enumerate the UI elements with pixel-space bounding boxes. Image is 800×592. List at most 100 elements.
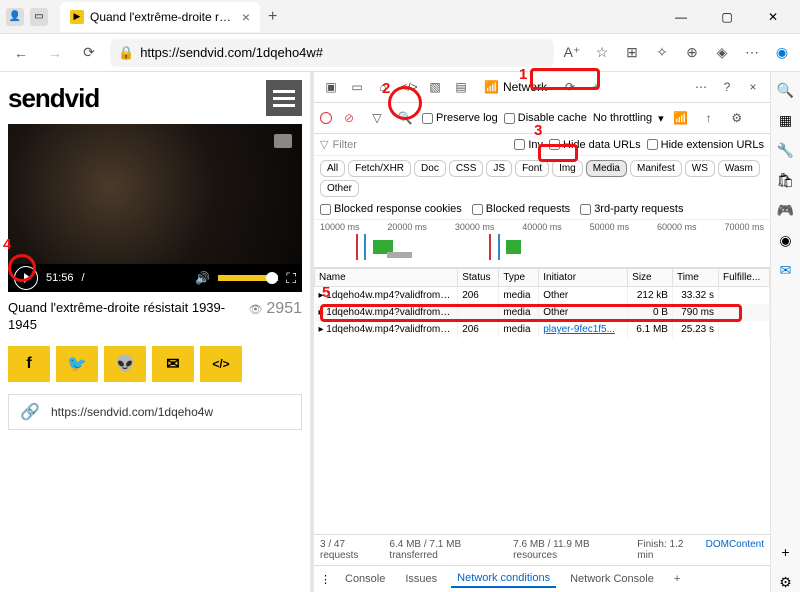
sources-icon[interactable]: ▧ <box>424 76 446 98</box>
third-party-checkbox[interactable]: 3rd-party requests <box>580 203 683 215</box>
col-type[interactable]: Type <box>499 269 539 287</box>
close-window-button[interactable]: ✕ <box>756 10 790 24</box>
clear-icon[interactable]: ⊘ <box>338 107 360 129</box>
refresh-button[interactable]: ⟳ <box>76 40 102 66</box>
network-timeline[interactable]: 10000 ms20000 ms30000 ms40000 ms50000 ms… <box>314 220 770 268</box>
drawer-tab-network-console[interactable]: Network Console <box>564 571 660 587</box>
collections-icon[interactable]: ✧ <box>652 43 672 63</box>
device-toggle-icon[interactable]: ▭ <box>346 76 368 98</box>
embed-button[interactable]: </> <box>200 346 242 382</box>
elements-icon[interactable]: </> <box>398 76 420 98</box>
share-link-box[interactable]: 🔗 https://sendvid.com/1dqeho4w <box>8 394 302 430</box>
shopping-icon[interactable]: 🛍 <box>776 170 796 190</box>
network-cond-icon[interactable]: 📶 <box>670 107 692 129</box>
games-icon[interactable]: 🎮 <box>776 200 796 220</box>
tab-network[interactable]: 📶 Network <box>476 78 555 96</box>
back-button[interactable]: ← <box>8 40 34 66</box>
annotation-2: 2 <box>382 80 390 97</box>
filter-type-all[interactable]: All <box>320 160 345 177</box>
disable-cache-checkbox[interactable]: Disable cache <box>504 112 587 124</box>
invert-checkbox[interactable]: Inv <box>514 139 543 151</box>
more-icon[interactable]: ⋯ <box>690 76 712 98</box>
col-name[interactable]: Name <box>315 269 458 287</box>
preserve-log-checkbox[interactable]: Preserve log <box>422 112 498 124</box>
blocked-requests-checkbox[interactable]: Blocked requests <box>472 203 570 215</box>
inspect-icon[interactable]: ▣ <box>320 76 342 98</box>
tab-actions-icon[interactable]: ▦ <box>776 110 796 130</box>
volume-icon[interactable] <box>195 271 210 285</box>
help-icon[interactable]: ? <box>716 76 738 98</box>
add-tab-icon[interactable]: + <box>585 76 607 98</box>
tabs-icon[interactable]: ▭ <box>30 8 48 26</box>
col-fulfille...[interactable]: Fulfille... <box>719 269 770 287</box>
gear-icon[interactable]: ⚙ <box>726 107 748 129</box>
col-initiator[interactable]: Initiator <box>539 269 628 287</box>
search-icon[interactable]: 🔍 <box>394 107 416 129</box>
filter-type-media[interactable]: Media <box>586 160 627 177</box>
col-time[interactable]: Time <box>672 269 718 287</box>
console-icon[interactable]: ▤ <box>450 76 472 98</box>
settings-icon[interactable]: ⋯ <box>742 43 762 63</box>
table-row[interactable]: ▸ 1dqeho4w.mp4?validfrom=...206mediaplay… <box>315 321 770 338</box>
record-icon[interactable] <box>320 112 332 124</box>
filter-type-css[interactable]: CSS <box>449 160 484 177</box>
filter-toggle-icon[interactable]: ▽ <box>366 107 388 129</box>
share-reddit-button[interactable]: 👽 <box>104 346 146 382</box>
fullscreen-icon[interactable]: ⛶ <box>286 270 296 287</box>
play-button[interactable] <box>14 266 38 290</box>
filter-type-fetch-xhr[interactable]: Fetch/XHR <box>348 160 411 177</box>
shield-icon[interactable]: ◈ <box>712 43 732 63</box>
browser-tab[interactable]: ▶ Quand l'extrême-droite résistait × <box>60 2 260 32</box>
tools-icon[interactable]: 🔧 <box>776 140 796 160</box>
video-player[interactable]: 51:56 / ⛶ <box>8 124 302 292</box>
table-row[interactable]: ▸ 1dqeho4w.mp4?validfrom=...206mediaOthe… <box>315 287 770 305</box>
search-sidebar-icon[interactable]: 🔍 <box>776 80 796 100</box>
read-aloud-icon[interactable]: A⁺ <box>562 43 582 63</box>
filter-type-manifest[interactable]: Manifest <box>630 160 682 177</box>
sidebar-settings-icon[interactable]: ⚙ <box>776 572 796 592</box>
filter-input[interactable]: ▽Filter <box>320 138 357 151</box>
filter-type-img[interactable]: Img <box>552 160 583 177</box>
import-icon[interactable]: ↑ <box>698 107 720 129</box>
close-tab-icon[interactable]: × <box>242 9 250 25</box>
col-status[interactable]: Status <box>458 269 499 287</box>
drawer-tab-network-conditions[interactable]: Network conditions <box>451 570 556 588</box>
share-facebook-button[interactable]: f <box>8 346 50 382</box>
favorite-icon[interactable]: ☆ <box>592 43 612 63</box>
filter-type-font[interactable]: Font <box>515 160 549 177</box>
table-row[interactable]: ▸ 1dqeho4w.mp4?validfrom=...mediaOther0 … <box>315 304 770 321</box>
drawer-tab-console[interactable]: Console <box>339 571 391 587</box>
filter-type-ws[interactable]: WS <box>685 160 715 177</box>
minimize-button[interactable]: — <box>664 10 698 24</box>
network-table[interactable]: NameStatusTypeInitiatorSizeTimeFulfille.… <box>314 268 770 534</box>
url-input[interactable]: 🔒 https://sendvid.com/1dqeho4w# <box>110 39 554 67</box>
add-sidebar-icon[interactable]: + <box>776 542 796 562</box>
split-icon[interactable]: ⊞ <box>622 43 642 63</box>
throttling-select[interactable]: No throttling <box>593 112 652 124</box>
filter-type-wasm[interactable]: Wasm <box>718 160 760 177</box>
hide-data-urls-checkbox[interactable]: Hide data URLs <box>549 139 641 151</box>
profile-icon[interactable]: 👤 <box>6 8 24 26</box>
share-twitter-button[interactable]: 🐦 <box>56 346 98 382</box>
blocked-cookies-checkbox[interactable]: Blocked response cookies <box>320 203 462 215</box>
sendvid-logo[interactable]: sendvid <box>8 83 99 114</box>
more-tabs-icon[interactable]: ⟳ <box>559 76 581 98</box>
add-drawer-tab[interactable]: + <box>668 571 686 587</box>
hamburger-menu-icon[interactable] <box>266 80 302 116</box>
new-tab-button[interactable]: + <box>260 4 285 30</box>
volume-slider[interactable] <box>218 275 278 281</box>
outlook-icon[interactable]: ✉ <box>776 260 796 280</box>
close-devtools-icon[interactable]: × <box>742 76 764 98</box>
drawer-toggle-icon[interactable]: ⋮ <box>320 573 331 586</box>
m365-icon[interactable]: ◉ <box>776 230 796 250</box>
hide-extension-urls-checkbox[interactable]: Hide extension URLs <box>647 139 764 151</box>
filter-type-js[interactable]: JS <box>486 160 512 177</box>
maximize-button[interactable]: ▢ <box>710 10 744 24</box>
filter-type-other[interactable]: Other <box>320 180 359 197</box>
copilot-icon[interactable]: ◉ <box>772 43 792 63</box>
filter-type-doc[interactable]: Doc <box>414 160 446 177</box>
share-email-button[interactable]: ✉ <box>152 346 194 382</box>
extensions-icon[interactable]: ⊕ <box>682 43 702 63</box>
drawer-tab-issues[interactable]: Issues <box>399 571 443 587</box>
col-size[interactable]: Size <box>628 269 673 287</box>
